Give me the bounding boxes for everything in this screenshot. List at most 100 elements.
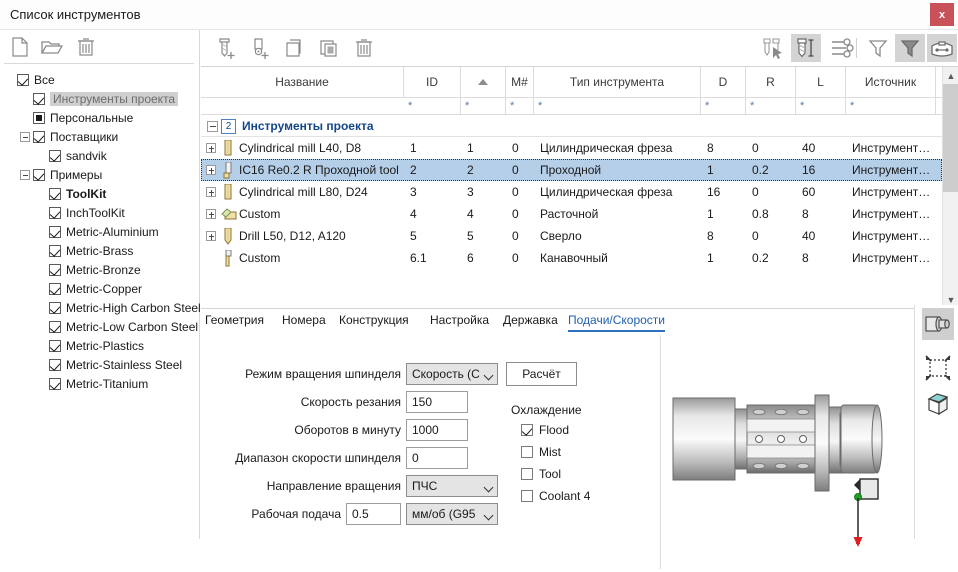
open-folder-icon[interactable] <box>38 34 66 60</box>
tree-checkbox[interactable] <box>33 131 45 143</box>
table-row[interactable]: Cylindrical mill L40, D8110Цилиндрическа… <box>201 137 942 159</box>
solid-view-icon[interactable] <box>922 308 954 340</box>
paste-icon[interactable] <box>314 34 344 62</box>
column-header[interactable]: R <box>746 67 796 97</box>
column-filter-input[interactable]: * <box>701 98 746 115</box>
column-header[interactable]: Источник <box>846 67 936 97</box>
tree-item[interactable]: Metric-Copper <box>4 279 200 298</box>
tree-checkbox[interactable] <box>49 226 61 238</box>
delete-trash-icon[interactable] <box>72 34 100 60</box>
column-filter-input[interactable]: * <box>846 98 936 115</box>
column-header[interactable]: ID <box>404 67 461 97</box>
table-row[interactable]: IC16 Re0.2 R Проходной tool220Проходной1… <box>201 159 942 181</box>
select-tool-icon[interactable] <box>759 34 789 62</box>
column-header[interactable]: Тип инструмента <box>534 67 701 97</box>
group-collapse-icon[interactable] <box>207 121 218 132</box>
coolant-checkbox[interactable] <box>521 490 533 502</box>
column-header[interactable]: D <box>701 67 746 97</box>
coolant-option[interactable]: Tool <box>521 467 561 481</box>
copy-icon[interactable] <box>280 34 310 62</box>
new-file-icon[interactable] <box>6 34 34 60</box>
tree-checkbox[interactable] <box>49 188 61 200</box>
spindle-range-input[interactable]: 0 <box>406 447 468 469</box>
close-button[interactable]: x <box>930 3 954 26</box>
tree-item[interactable]: Metric-Brass <box>4 241 200 260</box>
tree-checkbox[interactable] <box>33 112 45 124</box>
rpm-input[interactable]: 1000 <box>406 419 468 441</box>
tree-checkbox[interactable] <box>49 340 61 352</box>
tree-item[interactable]: sandvik <box>4 146 200 165</box>
tree-checkbox[interactable] <box>49 264 61 276</box>
filter-empty-icon[interactable] <box>863 34 893 62</box>
cutting-speed-input[interactable]: 150 <box>406 391 468 413</box>
column-header-sort[interactable] <box>461 67 506 97</box>
coolant-checkbox[interactable] <box>521 468 533 480</box>
scrollbar-thumb[interactable] <box>943 84 958 192</box>
tree-item[interactable]: Поставщики <box>4 127 200 146</box>
spindle-mode-select[interactable]: Скорость (C <box>406 363 498 385</box>
coolant-checkbox[interactable] <box>521 424 533 436</box>
tree-item[interactable]: Персональные <box>4 108 200 127</box>
coolant-option[interactable]: Flood <box>521 423 569 437</box>
tool-options-icon[interactable] <box>827 34 857 62</box>
tab-item[interactable]: Номера <box>282 310 326 332</box>
rotation-direction-select[interactable]: ПЧС <box>406 475 498 497</box>
add-mill-tool-icon[interactable] <box>212 34 242 62</box>
tree-checkbox[interactable] <box>17 74 29 86</box>
tree-item[interactable]: Metric-Aluminium <box>4 222 200 241</box>
column-header[interactable]: M# <box>506 67 534 97</box>
row-expander[interactable] <box>206 231 216 241</box>
table-row[interactable]: Custom440Расточной10.88Инструмент… <box>201 203 942 225</box>
feed-input[interactable]: 0.5 <box>346 503 401 525</box>
add-turn-tool-icon[interactable] <box>246 34 276 62</box>
column-filter-input[interactable]: * <box>506 98 534 115</box>
tree-item[interactable]: Примеры <box>4 165 200 184</box>
tree-checkbox[interactable] <box>49 283 61 295</box>
toolbox-icon[interactable] <box>927 34 957 62</box>
tree-item[interactable]: InchToolKit <box>4 203 200 222</box>
column-header[interactable]: Название <box>201 67 404 97</box>
column-filter-input[interactable]: * <box>461 98 506 115</box>
tab-item[interactable]: Геометрия <box>205 310 264 332</box>
tree-item[interactable]: Все <box>4 70 200 89</box>
tree-checkbox[interactable] <box>49 207 61 219</box>
tab-item[interactable]: Настройка <box>430 310 489 332</box>
tree-item[interactable]: Metric-Titanium <box>4 374 200 393</box>
row-expander[interactable] <box>206 187 216 197</box>
tree-item[interactable]: Metric-Stainless Steel <box>4 355 200 374</box>
row-expander[interactable] <box>206 165 216 175</box>
tree-expander[interactable] <box>20 170 30 180</box>
coolant-option[interactable]: Coolant 4 <box>521 489 590 503</box>
tree-item[interactable]: Metric-Plastics <box>4 336 200 355</box>
scroll-up-button[interactable]: ▲ <box>943 67 958 84</box>
tree-item[interactable]: Metric-High Carbon Steel <box>4 298 200 317</box>
table-row[interactable]: Drill L50, D12, A120550Сверло8040Инструм… <box>201 225 942 247</box>
delete-tool-icon[interactable] <box>349 34 379 62</box>
tree-checkbox[interactable] <box>49 321 61 333</box>
tab-item[interactable]: Подачи/Скорости <box>568 310 665 332</box>
tree-checkbox[interactable] <box>49 378 61 390</box>
tab-item[interactable]: Держав­ка <box>503 310 558 332</box>
tree-item[interactable]: Инструменты проекта <box>4 89 200 108</box>
column-filter-input[interactable]: * <box>796 98 846 115</box>
coolant-option[interactable]: Mist <box>521 445 561 459</box>
box-view-icon[interactable] <box>922 388 954 420</box>
row-expander[interactable] <box>206 209 216 219</box>
tree-item[interactable]: Metric-Low Carbon Steel <box>4 317 200 336</box>
tree-expander[interactable] <box>20 132 30 142</box>
tree-item[interactable]: ToolKit <box>4 184 200 203</box>
wireframe-view-icon[interactable] <box>922 352 954 384</box>
column-filter-input[interactable]: * <box>404 98 461 115</box>
table-row[interactable]: Custom6.160Канавочный10.28Инструмент… <box>201 247 942 269</box>
tool-measure-icon[interactable] <box>791 34 821 62</box>
tree-checkbox[interactable] <box>33 93 45 105</box>
tree-checkbox[interactable] <box>33 169 45 181</box>
tree-item[interactable]: Metric-Bronze <box>4 260 200 279</box>
tree-checkbox[interactable] <box>49 359 61 371</box>
column-header[interactable]: L <box>796 67 846 97</box>
coolant-checkbox[interactable] <box>521 446 533 458</box>
tree-checkbox[interactable] <box>49 302 61 314</box>
column-filter-input[interactable]: * <box>746 98 796 115</box>
tab-item[interactable]: Конструкция <box>339 310 409 332</box>
table-row[interactable]: Cylindrical mill L80, D24330Цилиндрическ… <box>201 181 942 203</box>
